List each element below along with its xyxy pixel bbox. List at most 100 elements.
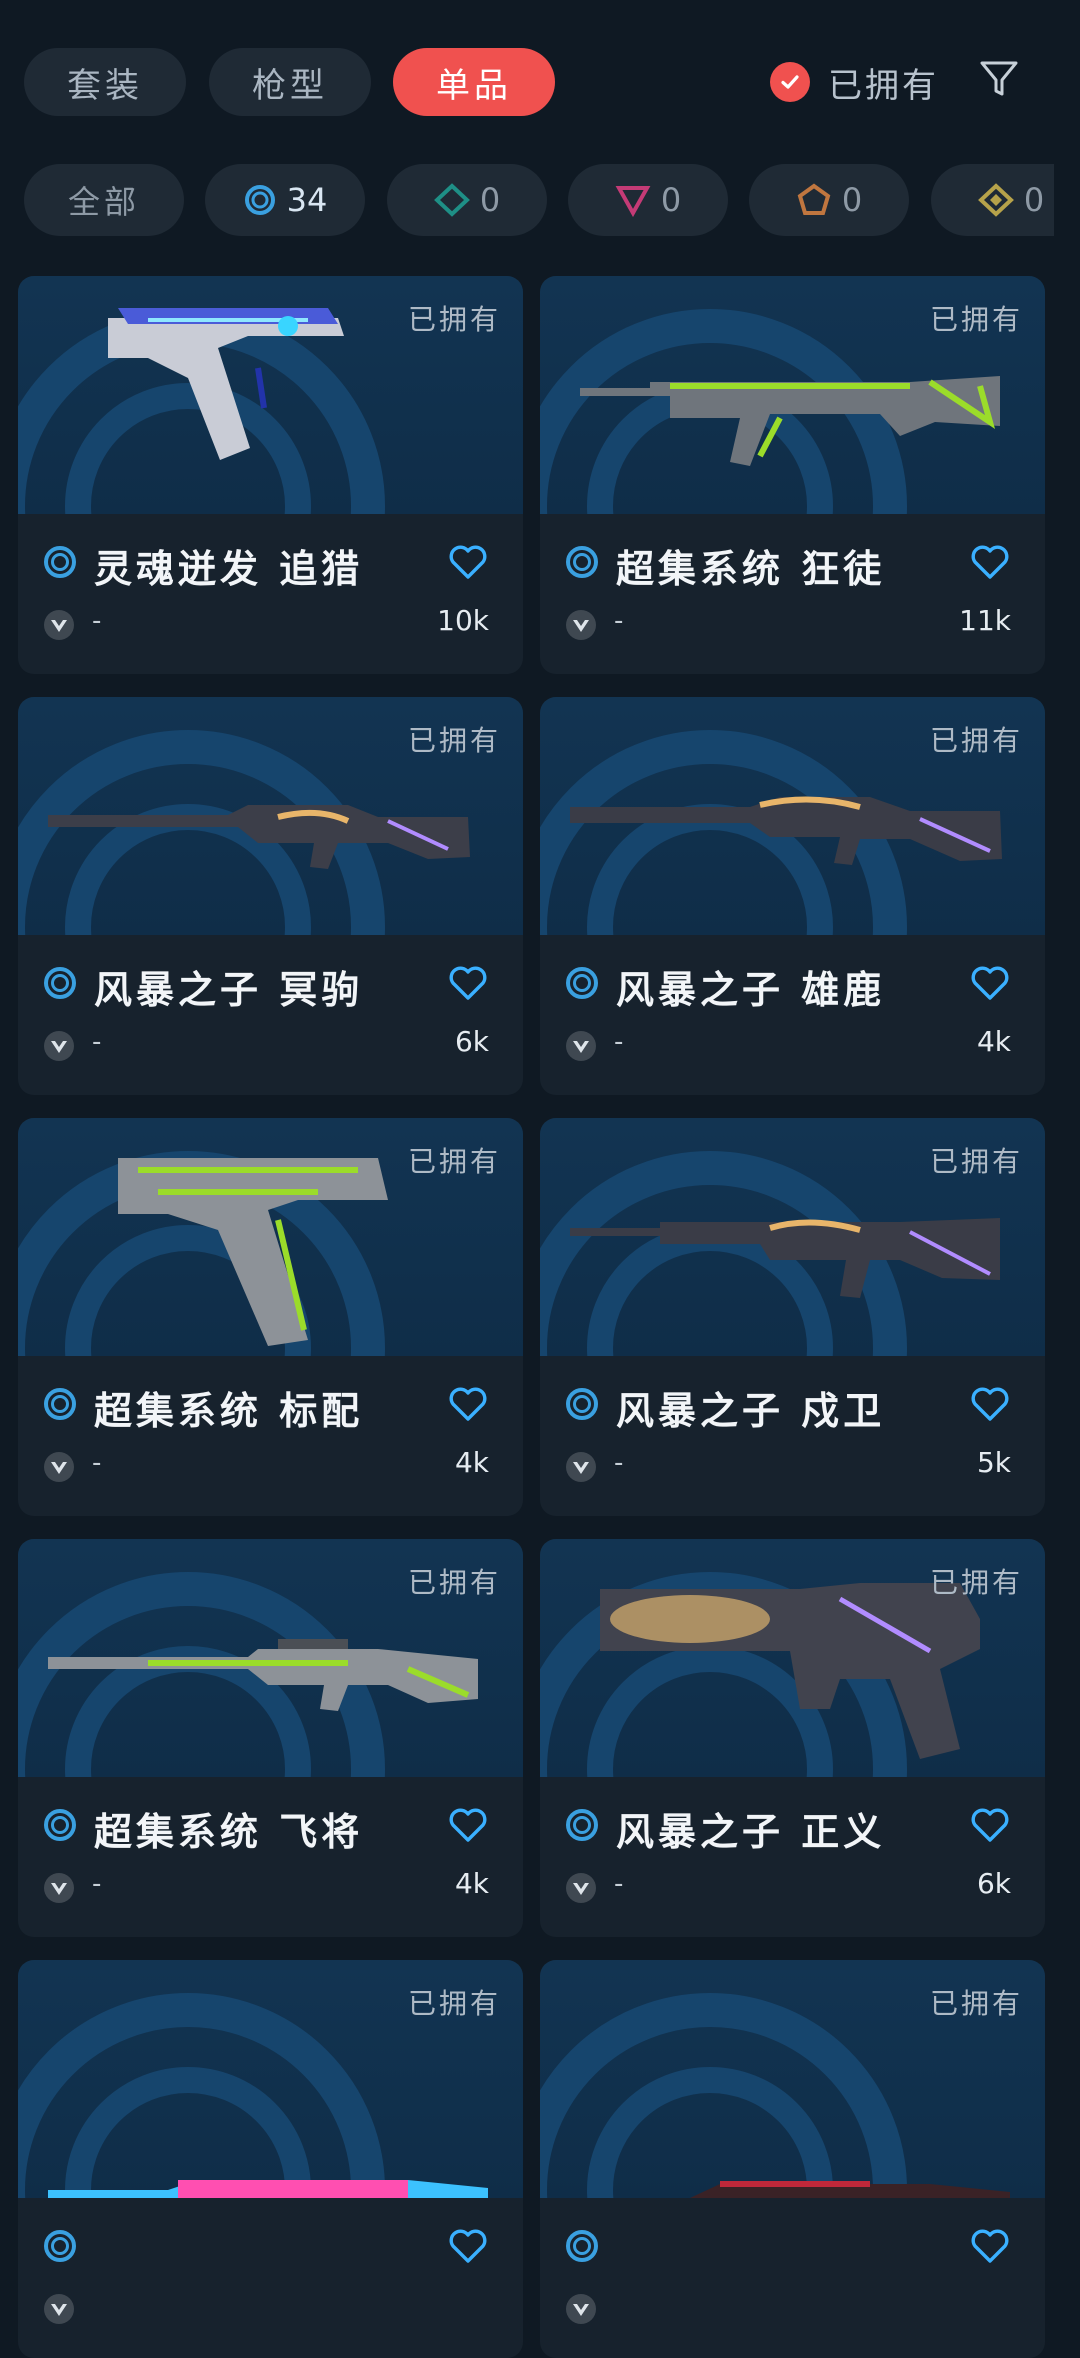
item-artwork: 已拥有: [540, 697, 1045, 935]
chip-triangle-tier[interactable]: 0: [568, 164, 728, 236]
chip-pentagon-count: 0: [841, 181, 863, 219]
heart-icon[interactable]: [448, 965, 488, 1001]
rank-value: -: [92, 606, 102, 636]
heart-icon[interactable]: [970, 544, 1010, 580]
item-artwork: 已拥有: [18, 276, 523, 514]
tab-suits[interactable]: 套装: [24, 48, 186, 116]
owned-filter-toggle[interactable]: 已拥有: [770, 60, 939, 106]
tab-single-items[interactable]: 单品: [393, 48, 555, 116]
owned-filter-label: 已拥有: [828, 65, 939, 106]
owned-tag: 已拥有: [929, 1566, 1023, 1599]
rank-icon: [44, 1873, 74, 1903]
item-card[interactable]: 已拥有: [540, 1960, 1045, 2358]
ring-tier-icon: [44, 546, 76, 578]
item-artwork: 已拥有: [540, 1118, 1045, 1356]
item-card[interactable]: 已拥有 风暴之子 冥驹 - 6k: [18, 697, 523, 1095]
triangle-tier-icon: [615, 186, 651, 217]
heart-icon[interactable]: [970, 1807, 1010, 1843]
rank-icon: [566, 1452, 596, 1482]
ring-tier-icon: [566, 2230, 598, 2262]
chip-diamond-tier[interactable]: 0: [387, 164, 547, 236]
like-count: 4k: [454, 1446, 489, 1479]
item-card[interactable]: 已拥有 风暴之子 正义 - 6k: [540, 1539, 1045, 1937]
item-artwork: 已拥有: [540, 1539, 1045, 1777]
item-name: 超集系统 标配: [94, 1389, 364, 1433]
ring-tier-icon: [566, 1388, 598, 1420]
checkmark-icon: [770, 62, 810, 102]
item-card[interactable]: 已拥有 超集系统 标配 - 4k: [18, 1118, 523, 1516]
chip-pentagon-tier[interactable]: 0: [749, 164, 909, 236]
item-info: 风暴之子 雄鹿 - 4k: [540, 935, 1045, 1095]
heart-icon[interactable]: [448, 2228, 488, 2264]
rarity-filter-row: 全部 34 0 0 0 0: [24, 164, 1054, 236]
chip-diamond-count: 0: [479, 181, 501, 219]
rank-icon: [566, 1031, 596, 1061]
rank-value: -: [92, 1448, 102, 1478]
item-name: 风暴之子 正义: [616, 1810, 886, 1854]
rank-icon: [44, 1452, 74, 1482]
like-count: 4k: [454, 1867, 489, 1900]
item-info: 风暴之子 戍卫 - 5k: [540, 1356, 1045, 1516]
owned-tag: 已拥有: [929, 1987, 1023, 2020]
chip-triangle-count: 0: [660, 181, 682, 219]
heart-icon[interactable]: [448, 544, 488, 580]
rank-icon: [44, 1031, 74, 1061]
item-info: 超集系统 标配 - 4k: [18, 1356, 523, 1516]
chip-rhombus-tier[interactable]: 0: [931, 164, 1054, 236]
item-artwork: 已拥有: [18, 1118, 523, 1356]
like-count: 11k: [959, 604, 1011, 637]
owned-tag: 已拥有: [407, 1566, 501, 1599]
chip-ring-count: 34: [286, 181, 328, 219]
chip-rhombus-count: 0: [1023, 181, 1045, 219]
heart-icon[interactable]: [970, 2228, 1010, 2264]
item-name: 风暴之子 冥驹: [94, 968, 364, 1012]
ring-tier-icon: [44, 2230, 76, 2262]
ring-tier-icon: [566, 967, 598, 999]
item-artwork: 已拥有: [540, 276, 1045, 514]
heart-icon[interactable]: [970, 965, 1010, 1001]
top-bar: 套装 枪型 单品 已拥有: [0, 0, 1080, 160]
rank-icon: [44, 2294, 74, 2324]
rhombus-tier-icon: [977, 183, 1014, 217]
owned-tag: 已拥有: [407, 1987, 501, 2020]
chip-ring-tier[interactable]: 34: [205, 164, 365, 236]
chip-all-label: 全部: [67, 183, 140, 221]
heart-icon[interactable]: [448, 1386, 488, 1422]
rank-value: -: [614, 606, 624, 636]
item-name: 风暴之子 戍卫: [616, 1389, 886, 1433]
like-count: 10k: [437, 604, 489, 637]
item-name: 灵魂迸发 追猎: [94, 547, 364, 591]
pentagon-tier-icon: [797, 183, 831, 215]
like-count: 4k: [976, 1025, 1011, 1058]
item-artwork: 已拥有: [18, 1539, 523, 1777]
item-artwork: 已拥有: [18, 697, 523, 935]
rank-value: -: [92, 1869, 102, 1899]
item-artwork: 已拥有: [540, 1960, 1045, 2198]
tab-weapon-types[interactable]: 枪型: [209, 48, 371, 116]
owned-tag: 已拥有: [407, 303, 501, 336]
ring-tier-icon: [44, 1809, 76, 1841]
chip-all[interactable]: 全部: [24, 164, 184, 236]
rank-value: -: [614, 1027, 624, 1057]
heart-icon[interactable]: [448, 1807, 488, 1843]
item-name: 风暴之子 雄鹿: [616, 968, 886, 1012]
item-card[interactable]: 已拥有: [18, 1960, 523, 2358]
item-info: [540, 2198, 1045, 2358]
diamond-tier-icon: [433, 183, 470, 217]
item-info: 灵魂迸发 追猎 - 10k: [18, 514, 523, 674]
rank-value: -: [92, 1027, 102, 1057]
item-card[interactable]: 已拥有 风暴之子 戍卫 - 5k: [540, 1118, 1045, 1516]
owned-tag: 已拥有: [929, 303, 1023, 336]
item-card[interactable]: 已拥有 超集系统 狂徒 - 11k: [540, 276, 1045, 674]
owned-tag: 已拥有: [407, 724, 501, 757]
item-card[interactable]: 已拥有 超集系统 飞将 - 4k: [18, 1539, 523, 1937]
owned-tag: 已拥有: [407, 1145, 501, 1178]
heart-icon[interactable]: [970, 1386, 1010, 1422]
ring-tier-icon: [244, 185, 275, 215]
funnel-icon[interactable]: [978, 58, 1020, 100]
like-count: 5k: [976, 1446, 1011, 1479]
item-info: 超集系统 飞将 - 4k: [18, 1777, 523, 1937]
item-card[interactable]: 已拥有 灵魂迸发 追猎 - 10k: [18, 276, 523, 674]
item-card[interactable]: 已拥有 风暴之子 雄鹿 - 4k: [540, 697, 1045, 1095]
owned-tag: 已拥有: [929, 724, 1023, 757]
